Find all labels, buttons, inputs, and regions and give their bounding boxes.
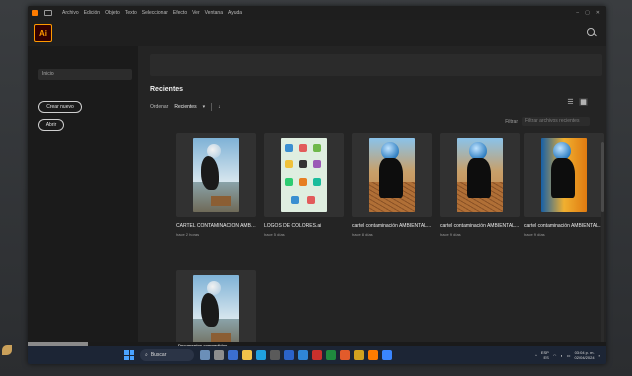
weather-widget-icon[interactable] (2, 345, 12, 355)
excel-icon[interactable] (326, 350, 336, 360)
filter-row: Filtrar Filtrar archivos recientes (505, 117, 590, 126)
sort-bar: Ordenar Recientes ▾ ↓ (150, 102, 221, 112)
file-thumbnail[interactable] (176, 133, 256, 217)
open-button[interactable]: Abrir (38, 119, 64, 131)
teams-icon[interactable] (228, 350, 238, 360)
maximize-button[interactable]: ▢ (585, 10, 590, 16)
search-icon: ⌕ (145, 352, 148, 358)
list-view-icon[interactable]: ☰ (566, 98, 575, 106)
divider (211, 103, 213, 111)
app-header: Ai (28, 20, 606, 46)
close-button[interactable]: ✕ (596, 10, 600, 16)
sidebar-home-item[interactable]: Inicio (38, 69, 132, 80)
task-view-icon[interactable] (214, 350, 224, 360)
filter-input[interactable]: Filtrar archivos recientes (522, 117, 590, 126)
minimize-button[interactable]: – (576, 10, 579, 16)
logos-image (281, 138, 327, 212)
clock-date: 02/04/2024 (574, 355, 595, 360)
windows-taskbar: ⌕ Buscar ^ ESP ES ◠ ◖ ▭ 03:04 p. m. 02/0… (28, 346, 606, 364)
system-tray: ^ ESP ES ◠ ◖ ▭ 03:04 p. m. 02/04/2024 ▪ (535, 350, 600, 360)
file-thumbnail[interactable] (264, 133, 344, 217)
poster-image (541, 138, 587, 212)
wifi-icon[interactable]: ◠ (553, 353, 557, 358)
file-thumbnail[interactable] (524, 133, 604, 217)
filter-label: Filtrar (505, 118, 518, 125)
taskbar-apps (200, 350, 392, 360)
recents-title: Recientes (150, 86, 184, 93)
home-icon[interactable] (44, 10, 52, 16)
poster-image (193, 275, 239, 349)
taskbar-search[interactable]: ⌕ Buscar (140, 349, 194, 361)
grid-view-icon[interactable]: ▦ (579, 98, 588, 106)
start-icon[interactable] (124, 350, 134, 360)
scrollbar-thumb[interactable] (601, 142, 604, 212)
sort-direction-icon[interactable]: ↓ (218, 104, 221, 110)
poster-image (369, 138, 415, 212)
file-date: hace 2 horas (176, 232, 200, 237)
window-controls: – ▢ ✕ (576, 10, 600, 16)
file-date: hace 8 días (352, 232, 373, 237)
menu-objeto[interactable]: Objeto (105, 10, 120, 16)
file-name[interactable]: cartel contaminación AMBIENTAL... (440, 223, 520, 229)
file-card[interactable]: cartel contaminación AMBIENTAL... hace 9… (524, 133, 604, 237)
chevron-down-icon[interactable]: ▾ (203, 104, 206, 110)
create-new-button[interactable]: Crear nuevo (38, 101, 82, 113)
file-thumbnail[interactable] (352, 133, 432, 217)
file-name[interactable]: cartel contaminación AMBIENTAL... (352, 223, 432, 229)
file-card[interactable]: cartel contaminación AMBIENTAL... hace 9… (440, 133, 520, 237)
edge-icon[interactable] (256, 350, 266, 360)
store-icon[interactable] (270, 350, 280, 360)
title-bar: Archivo Edición Objeto Texto Seleccionar… (28, 6, 606, 20)
file-name[interactable]: cartel contaminación AMBIENTAL... (524, 223, 604, 229)
word-icon[interactable] (284, 350, 294, 360)
illustrator-logo: Ai (34, 24, 52, 42)
poster-image (457, 138, 503, 212)
main-panel: Recientes Ordenar Recientes ▾ ↓ ☰ ▦ Filt… (138, 46, 606, 354)
chevron-up-icon[interactable]: ^ (535, 353, 537, 358)
sidebar: Inicio Crear nuevo Abrir (28, 46, 138, 350)
illustrator-icon[interactable] (368, 350, 378, 360)
file-name[interactable]: CARTEL CONTAMINACION AMBI... (176, 223, 256, 229)
taskbar-search-label: Buscar (150, 352, 167, 358)
menu-ventana[interactable]: Ventana (205, 10, 223, 16)
file-card[interactable]: cartel contaminación AMBIENTAL... hace 8… (352, 133, 432, 237)
file-thumbnail[interactable] (440, 133, 520, 217)
search-icon[interactable] (586, 27, 598, 39)
file-card[interactable]: LOGOS DE COLORES.ai hace 5 días (264, 133, 344, 237)
poster-image (193, 138, 239, 212)
menu-edicion[interactable]: Edición (84, 10, 100, 16)
volume-icon[interactable]: ◖ (560, 353, 562, 358)
menu-efecto[interactable]: Efecto (173, 10, 187, 16)
widgets-icon[interactable] (200, 350, 210, 360)
menu-seleccionar[interactable]: Seleccionar (142, 10, 168, 16)
sort-label: Ordenar (150, 104, 169, 110)
file-date: hace 5 días (264, 232, 285, 237)
powerpoint-icon[interactable] (312, 350, 322, 360)
menu-texto[interactable]: Texto (125, 10, 137, 16)
app-mini-icon (32, 10, 38, 16)
sort-dropdown[interactable]: Recientes (174, 104, 196, 110)
app-icon[interactable] (382, 350, 392, 360)
notifications-icon[interactable]: ▪ (599, 353, 600, 358)
menu-ver[interactable]: Ver (192, 10, 200, 16)
menu-archivo[interactable]: Archivo (62, 10, 79, 16)
banner-area (150, 54, 602, 76)
mail-icon[interactable] (298, 350, 308, 360)
office-icon[interactable] (340, 350, 350, 360)
chrome-icon[interactable] (354, 350, 364, 360)
file-explorer-icon[interactable] (242, 350, 252, 360)
view-toggle: ☰ ▦ (566, 98, 588, 106)
menu-ayuda[interactable]: Ayuda (228, 10, 242, 16)
file-card[interactable]: CARTEL CONTAMINACION AMBI... hace 2 hora… (176, 133, 256, 237)
clock[interactable]: 03:04 p. m. 02/04/2024 (575, 350, 595, 360)
screen: Archivo Edición Objeto Texto Seleccionar… (28, 6, 606, 364)
language-sub: ES (543, 355, 549, 360)
menu-bar: Archivo Edición Objeto Texto Seleccionar… (62, 10, 242, 16)
language-indicator[interactable]: ESP ES (541, 350, 549, 360)
file-date: hace 9 días (524, 232, 545, 237)
file-date: hace 9 días (440, 232, 461, 237)
file-name[interactable]: LOGOS DE COLORES.ai (264, 223, 344, 229)
battery-icon[interactable]: ▭ (567, 353, 571, 358)
